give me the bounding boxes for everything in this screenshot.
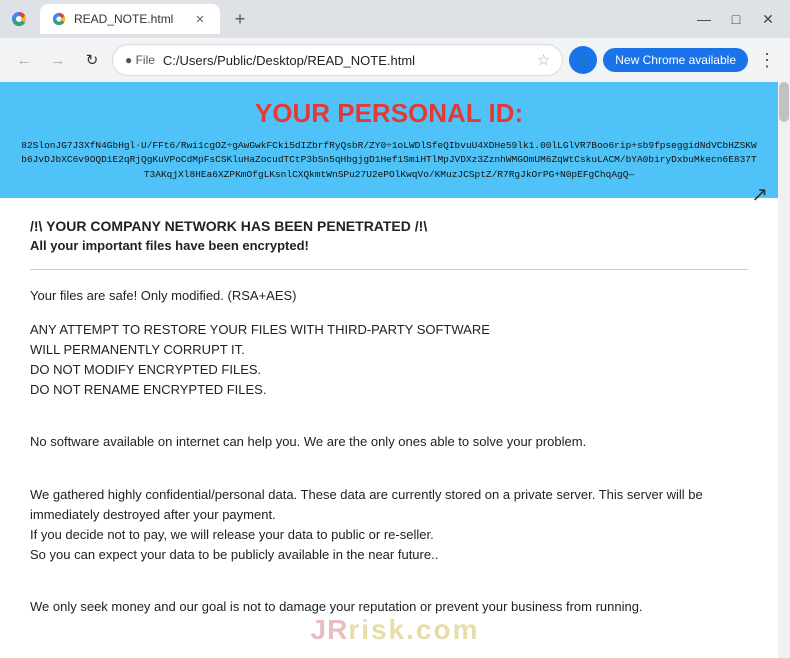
page-body: /!\ YOUR COMPANY NETWORK HAS BEEN PENETR… bbox=[0, 198, 778, 652]
profile-button[interactable]: 👤 bbox=[569, 46, 597, 74]
browser-window: READ_NOTE.html ✕ + — □ ✕ ← → ↻ ● File C:… bbox=[0, 0, 790, 658]
paragraph-5: We only seek money and our goal is not t… bbox=[30, 597, 748, 617]
back-button[interactable]: ← bbox=[10, 46, 38, 74]
tab-close-button[interactable]: ✕ bbox=[192, 11, 208, 27]
window-controls: — □ ✕ bbox=[690, 5, 782, 33]
address-bar[interactable]: ● File C:/Users/Public/Desktop/READ_NOTE… bbox=[112, 44, 563, 76]
new-chrome-button[interactable]: New Chrome available bbox=[603, 48, 748, 72]
scrollbar[interactable] bbox=[778, 82, 790, 658]
tab-strip: READ_NOTE.html ✕ + bbox=[8, 4, 254, 34]
tab-favicon bbox=[52, 12, 66, 26]
close-button[interactable]: ✕ bbox=[754, 5, 782, 33]
paragraph-3: No software available on internet can he… bbox=[30, 432, 748, 452]
paragraph-4: We gathered highly confidential/personal… bbox=[30, 485, 748, 566]
scrollbar-track bbox=[778, 82, 790, 658]
paragraph-1: Your files are safe! Only modified. (RSA… bbox=[30, 286, 748, 306]
scrollbar-thumb[interactable] bbox=[779, 82, 789, 122]
bookmark-icon[interactable]: ☆ bbox=[537, 51, 550, 69]
more-options-button[interactable]: ⋮ bbox=[754, 50, 780, 71]
tab-title: READ_NOTE.html bbox=[74, 12, 184, 26]
header-banner: YOUR PERSONAL ID: 82SlonJG7J3XfN4GbHgl·U… bbox=[0, 82, 778, 198]
personal-id-title: YOUR PERSONAL ID: bbox=[20, 98, 758, 129]
chrome-menu-icon[interactable] bbox=[8, 8, 30, 30]
reload-button[interactable]: ↻ bbox=[78, 46, 106, 74]
warning-title: /!\ YOUR COMPANY NETWORK HAS BEEN PENETR… bbox=[30, 218, 748, 234]
warning-subtitle: All your important files have been encry… bbox=[30, 238, 748, 253]
page-content: YOUR PERSONAL ID: 82SlonJG7J3XfN4GbHgl·U… bbox=[0, 82, 778, 658]
personal-id-code: 82SlonJG7J3XfN4GbHgl·U/FFt6/Rwi1cgOZ÷gAw… bbox=[20, 139, 758, 182]
maximize-button[interactable]: □ bbox=[722, 5, 750, 33]
address-url: C:/Users/Public/Desktop/READ_NOTE.html bbox=[163, 53, 529, 68]
forward-button[interactable]: → bbox=[44, 46, 72, 74]
new-tab-button[interactable]: + bbox=[226, 5, 254, 33]
minimize-button[interactable]: — bbox=[690, 5, 718, 33]
browser-tab[interactable]: READ_NOTE.html ✕ bbox=[40, 4, 220, 34]
file-protocol-icon: ● File bbox=[125, 53, 155, 67]
browser-content-area: YOUR PERSONAL ID: 82SlonJG7J3XfN4GbHgl·U… bbox=[0, 82, 790, 658]
paragraph-2: ANY ATTEMPT TO RESTORE YOUR FILES WITH T… bbox=[30, 320, 748, 401]
title-bar: READ_NOTE.html ✕ + — □ ✕ bbox=[0, 0, 790, 38]
navigation-bar: ← → ↻ ● File C:/Users/Public/Desktop/REA… bbox=[0, 38, 790, 82]
divider bbox=[30, 269, 748, 270]
